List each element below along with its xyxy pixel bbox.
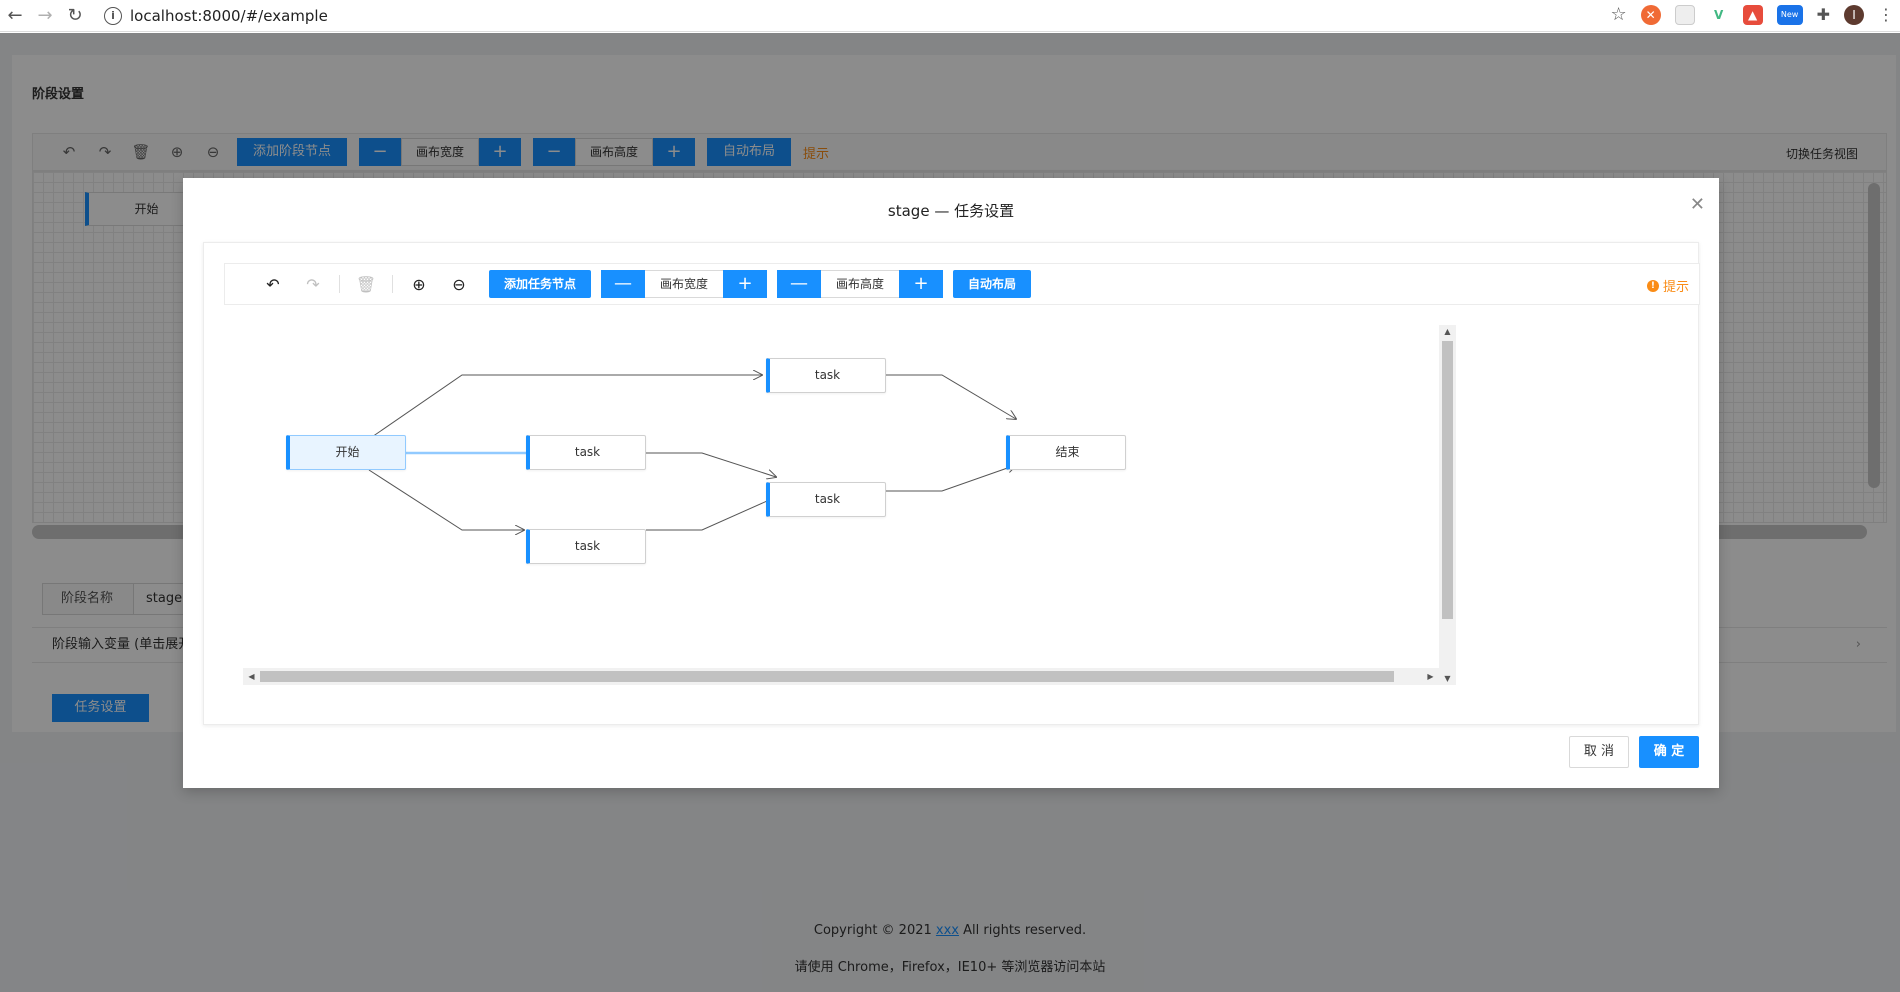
delete-icon[interactable]: 🗑: [346, 275, 386, 294]
toolbar-divider: [392, 275, 393, 293]
extension-icon[interactable]: ✕: [1640, 4, 1661, 25]
bookmark-star-icon[interactable]: ☆: [1610, 4, 1626, 25]
modal-body: ↶ ↷ 🗑 ⊕ ⊖ 添加任务节点 — 画布宽度 + — 画布高度 + 自动布局 …: [203, 242, 1700, 725]
flow-node-task[interactable]: task: [766, 358, 886, 393]
canvas-height-label: 画布高度: [821, 270, 900, 298]
scroll-left-icon[interactable]: ◀: [243, 668, 260, 685]
flow-node-end[interactable]: 结束: [1006, 435, 1126, 470]
flow-node-task[interactable]: task: [526, 435, 646, 470]
forward-icon[interactable]: →: [30, 5, 60, 26]
extensions-puzzle-icon[interactable]: ✚: [1817, 5, 1830, 24]
site-info-icon[interactable]: i: [104, 6, 122, 25]
close-icon[interactable]: ✕: [1690, 194, 1705, 215]
zoom-in-icon[interactable]: ⊕: [399, 275, 439, 294]
vscroll-thumb[interactable]: [1442, 341, 1453, 619]
edge-start-task-c: [368, 469, 524, 530]
ok-button[interactable]: 确 定: [1639, 736, 1699, 768]
hint-label: 提示: [1662, 280, 1689, 295]
browser-actions: ☆ ✕ V ▲ New ✚ I ⋮: [1610, 4, 1894, 25]
scroll-right-icon[interactable]: ▶: [1422, 668, 1439, 685]
modal-title: stage — 任务设置: [887, 202, 1015, 220]
canvas-width-plus-button[interactable]: +: [723, 270, 768, 298]
canvas-height-plus-button[interactable]: +: [899, 270, 944, 298]
hint-link[interactable]: ! 提示: [1646, 276, 1689, 295]
edge-task-b-task-d: [646, 452, 776, 477]
auto-layout-button[interactable]: 自动布局: [953, 270, 1032, 298]
canvas-width-group: — 画布宽度 +: [601, 270, 768, 298]
browser-toolbar: ← → ↻ i localhost:8000/#/example ☆ ✕ V ▲…: [0, 0, 1900, 32]
reload-icon[interactable]: ↻: [60, 5, 90, 26]
back-icon[interactable]: ←: [0, 5, 30, 26]
info-icon: !: [1646, 279, 1659, 292]
flow-node-task[interactable]: task: [526, 529, 646, 564]
scroll-down-icon[interactable]: ▼: [1439, 674, 1456, 683]
task-toolbar: ↶ ↷ 🗑 ⊕ ⊖ 添加任务节点 — 画布宽度 + — 画布高度 + 自动布局 …: [224, 263, 1700, 305]
edge-task-c-task-d: [646, 497, 776, 531]
address-bar[interactable]: localhost:8000/#/example: [130, 7, 328, 25]
extension-icon[interactable]: ▲: [1742, 4, 1763, 25]
canvas-height-group: — 画布高度 +: [777, 270, 944, 298]
flow-node-start[interactable]: 开始: [286, 435, 406, 470]
canvas-width-minus-button[interactable]: —: [601, 270, 646, 298]
extension-icon[interactable]: [1674, 4, 1695, 25]
edge-start-task-a: [368, 375, 762, 440]
canvas-width-label: 画布宽度: [645, 270, 724, 298]
edge-task-d-end: [886, 465, 1016, 492]
flow-node-task[interactable]: task: [766, 482, 886, 517]
task-canvas-hscroll[interactable]: ◀ ▶: [243, 668, 1439, 685]
task-canvas-vscroll[interactable]: ▲ ▼: [1439, 325, 1456, 685]
redo-icon[interactable]: ↷: [293, 275, 333, 294]
browser-menu-icon[interactable]: ⋮: [1878, 5, 1894, 24]
scroll-up-icon[interactable]: ▲: [1439, 327, 1456, 336]
add-task-node-button[interactable]: 添加任务节点: [489, 270, 592, 298]
new-extension-icon[interactable]: New: [1776, 4, 1803, 25]
hscroll-thumb[interactable]: [260, 671, 1394, 682]
toolbar-divider: [339, 275, 340, 293]
edge-task-a-end: [886, 374, 1016, 419]
zoom-out-icon[interactable]: ⊖: [439, 275, 479, 294]
cancel-button[interactable]: 取 消: [1569, 736, 1629, 768]
profile-avatar[interactable]: I: [1844, 4, 1864, 25]
undo-icon[interactable]: ↶: [253, 275, 293, 294]
canvas-height-minus-button[interactable]: —: [777, 270, 822, 298]
vue-devtools-icon[interactable]: V: [1708, 4, 1729, 25]
task-settings-modal: stage — 任务设置 ✕ ↶ ↷ 🗑 ⊕ ⊖ 添加任务节点 — 画布宽度 +…: [183, 178, 1719, 788]
